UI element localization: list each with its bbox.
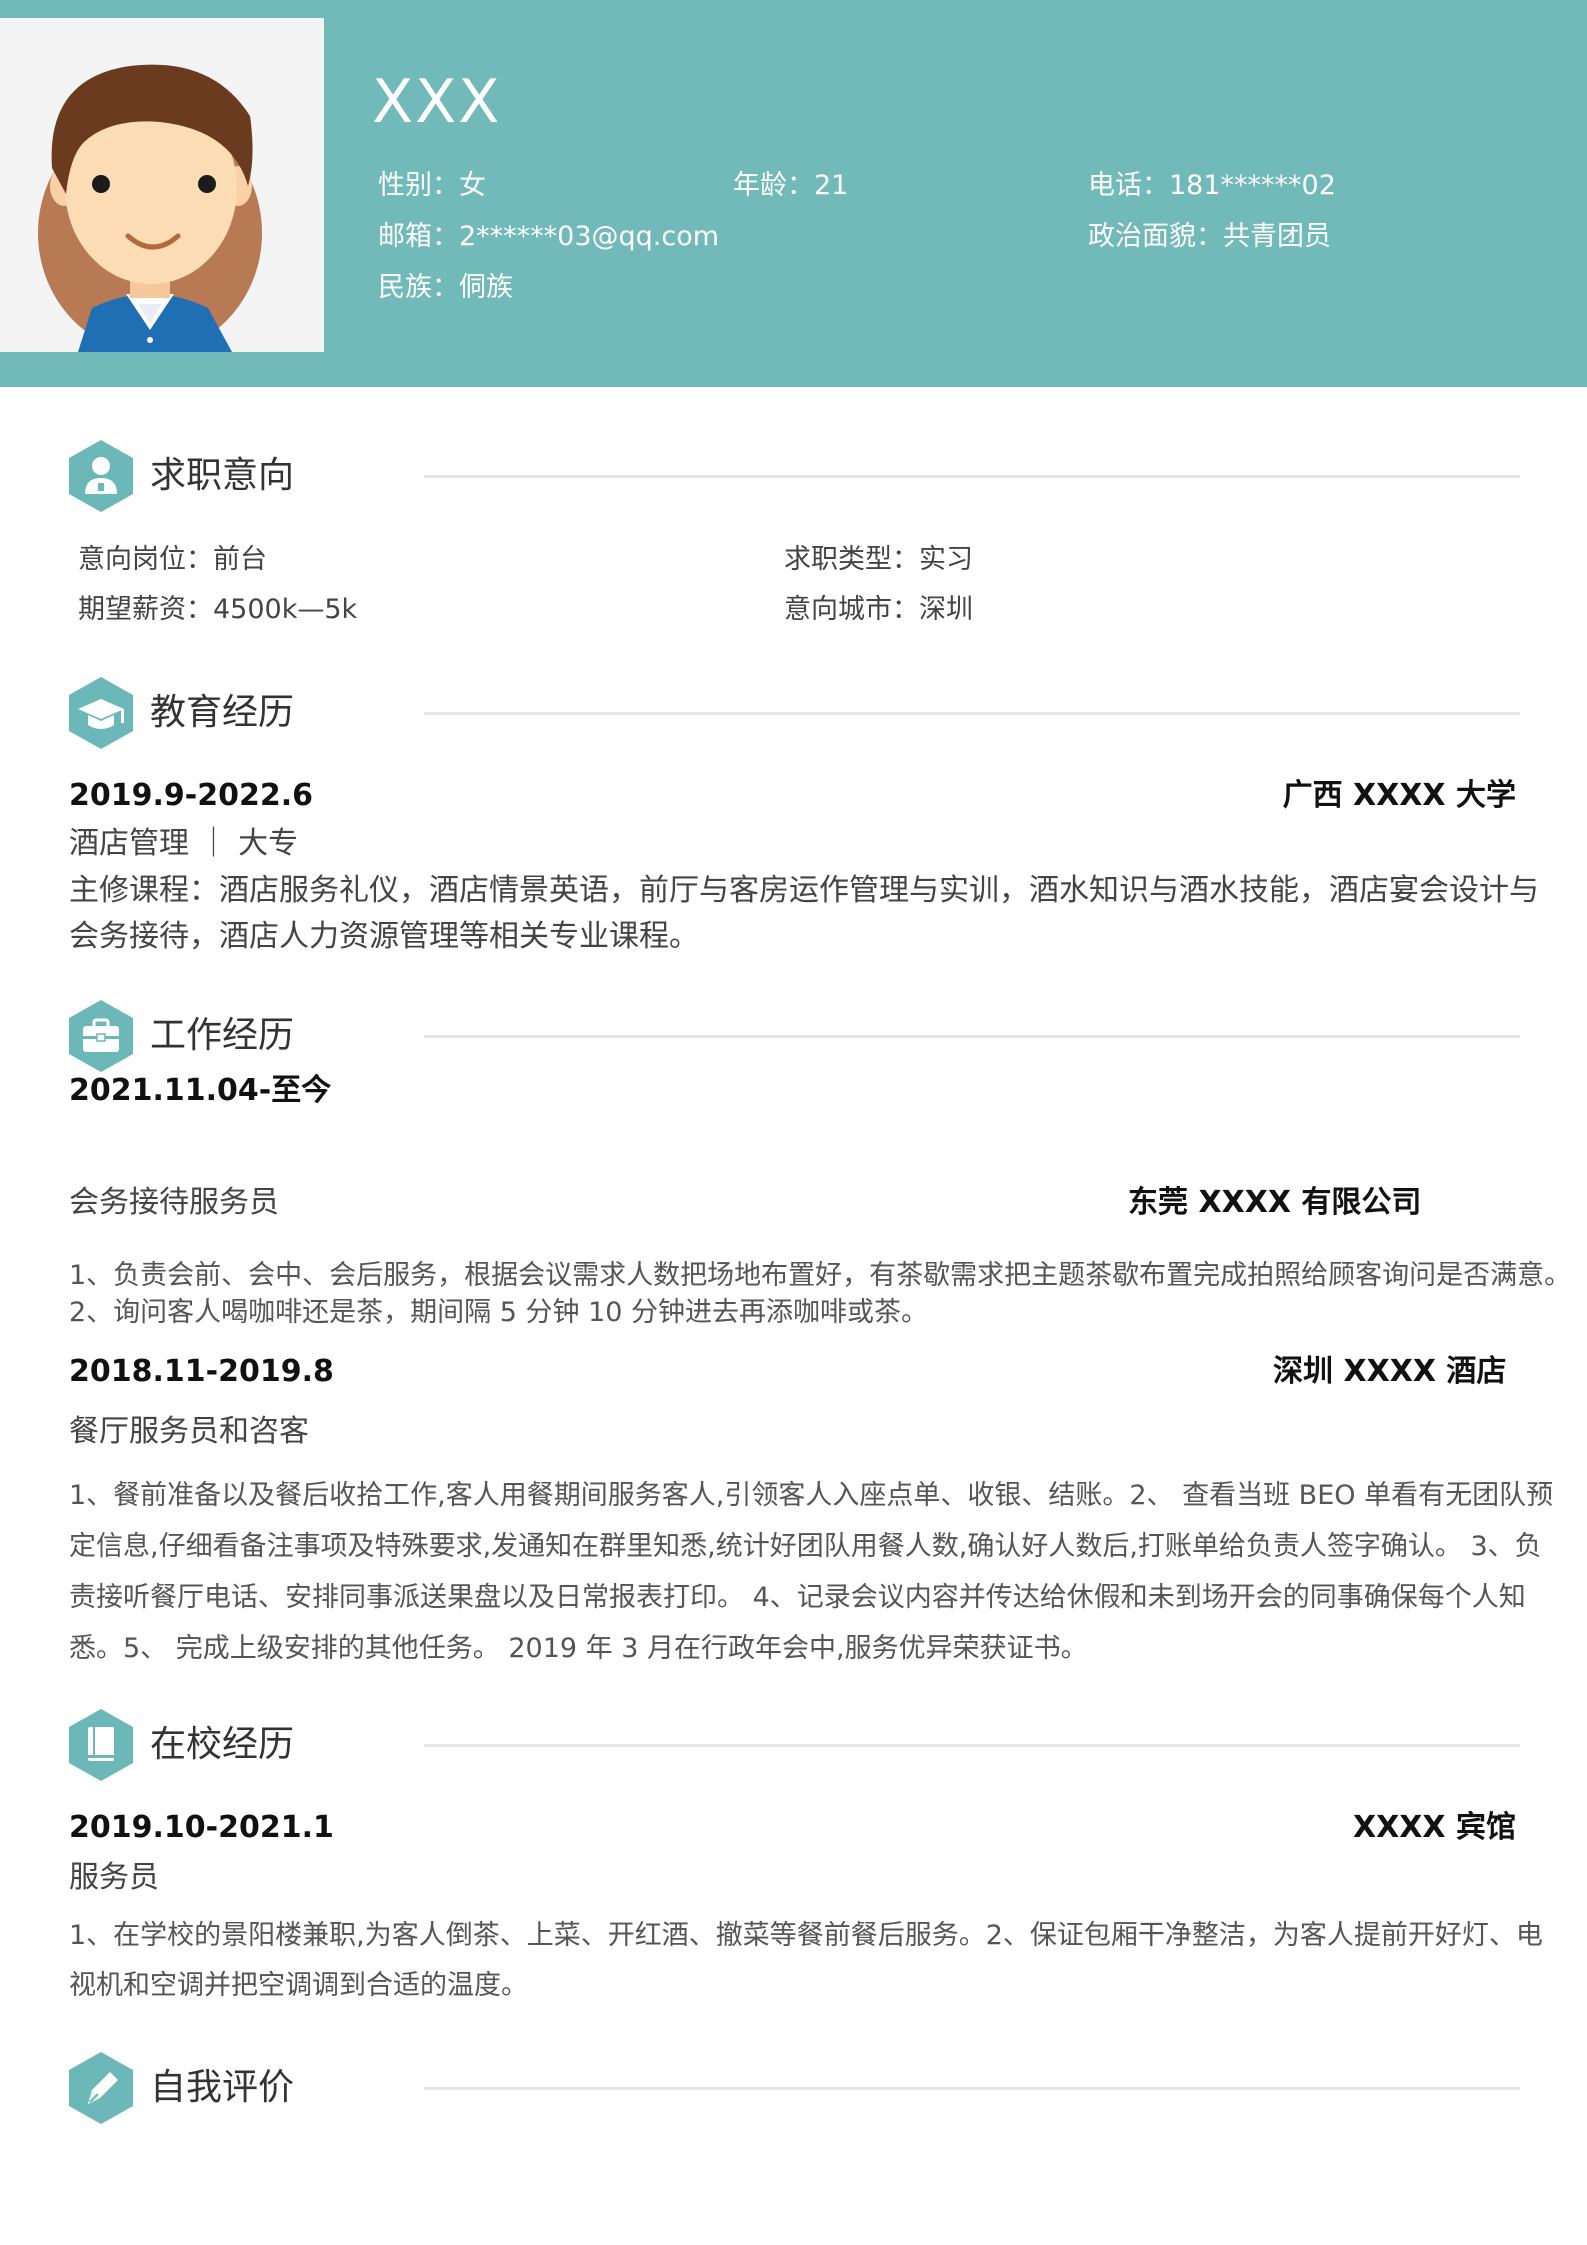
- campus-period: 2019.10-2021.1: [69, 1810, 334, 1845]
- person-icon: [66, 438, 136, 514]
- education-period: 2019.9-2022.6: [69, 778, 313, 813]
- intended-city: 意向城市：深圳: [784, 594, 973, 625]
- section-title-work: 工作经历: [150, 1015, 295, 1056]
- ethnicity-field: 民族：侗族: [378, 272, 513, 303]
- section-title-education: 教育经历: [150, 692, 295, 733]
- work-description-line: 1、餐前准备以及餐后收拾工作,客人用餐期间服务客人,引领客人入座点单、收银、结账…: [69, 1480, 1554, 1511]
- section-divider: [424, 1744, 1520, 1747]
- avatar-cartoon-icon: [0, 18, 324, 352]
- avatar: [0, 18, 324, 352]
- work-description-line: 责接听餐厅电话、安排同事派送果盘以及日常报表打印。 4、记录会议内容并传达给休假…: [69, 1582, 1526, 1613]
- work-description-line: 1、负责会前、会中、会后服务，根据会议需求人数把场地布置好，有茶歇需求把主题茶歇…: [69, 1260, 1572, 1291]
- campus-description: 1、在学校的景阳楼兼职,为客人倒茶、上菜、开红酒、撤菜等餐前餐后服务。2、保证包…: [69, 1911, 1543, 2011]
- section-divider: [424, 1035, 1520, 1038]
- gender-field: 性别：女: [378, 170, 486, 201]
- campus-description-line: 1、在学校的景阳楼兼职,为客人倒茶、上菜、开红酒、撤菜等餐前餐后服务。2、保证包…: [69, 1920, 1543, 1951]
- education-courses-line: 主修课程：酒店服务礼仪，酒店情景英语，前厅与客房运作管理与实训，酒水知识与酒水技…: [69, 873, 1539, 908]
- work-company: 东莞 XXXX 有限公司: [1128, 1185, 1422, 1220]
- work-company: 深圳 XXXX 酒店: [1273, 1354, 1507, 1389]
- expected-salary: 期望薪资：4500k—5k: [78, 594, 358, 625]
- work-description: 1、餐前准备以及餐后收拾工作,客人用餐期间服务客人,引领客人入座点单、收银、结账…: [69, 1470, 1554, 1674]
- education-courses: 主修课程：酒店服务礼仪，酒店情景英语，前厅与客房运作管理与实训，酒水知识与酒水技…: [69, 868, 1539, 960]
- phone-field: 电话：181******02: [1088, 170, 1336, 201]
- education-courses-line: 会务接待，酒店人力资源管理等相关专业课程。: [69, 919, 699, 954]
- education-school: 广西 XXXX 大学: [1282, 778, 1516, 813]
- briefcase-icon: [66, 998, 136, 1074]
- work-role: 会务接待服务员: [69, 1185, 279, 1220]
- section-title-self-eval: 自我评价: [150, 2067, 295, 2108]
- intended-position: 意向岗位：前台: [78, 544, 267, 575]
- campus-org: XXXX 宾馆: [1353, 1810, 1516, 1845]
- campus-description-line: 视机和空调并把空调调到合适的温度。: [69, 1970, 528, 2001]
- candidate-name: XXX: [372, 67, 502, 137]
- section-divider: [424, 2087, 1520, 2090]
- work-description-line: 2、询问客人喝咖啡还是茶，期间隔 5 分钟 10 分钟进去再添咖啡或茶。: [69, 1297, 929, 1328]
- age-field: 年龄：21: [733, 170, 849, 201]
- work-description: 1、负责会前、会中、会后服务，根据会议需求人数把场地布置好，有茶歇需求把主题茶歇…: [69, 1257, 1572, 1331]
- section-divider: [424, 712, 1520, 715]
- section-title-campus: 在校经历: [150, 1724, 295, 1765]
- politics-field: 政治面貌：共青团员: [1088, 221, 1331, 252]
- work-role: 餐厅服务员和咨客: [69, 1414, 309, 1449]
- graduation-cap-icon: [66, 675, 136, 751]
- work-description-line: 定信息,仔细看备注事项及特殊要求,发通知在群里知悉,统计好团队用餐人数,确认好人…: [69, 1531, 1542, 1562]
- pen-icon: [66, 2050, 136, 2126]
- education-major: 酒店管理 ｜ 大专: [69, 826, 299, 861]
- book-icon: [66, 1707, 136, 1783]
- campus-role: 服务员: [69, 1860, 159, 1895]
- work-period: 2018.11-2019.8: [69, 1354, 334, 1389]
- section-divider: [424, 475, 1520, 478]
- work-period: 2021.11.04-至今: [69, 1073, 332, 1108]
- job-type: 求职类型：实习: [784, 544, 973, 575]
- email-field: 邮箱：2******03@qq.com: [378, 221, 720, 252]
- section-title-job-intention: 求职意向: [150, 455, 295, 496]
- work-description-line: 悉。5、 完成上级安排的其他任务。 2019 年 3 月在行政年会中,服务优异荣…: [69, 1633, 1088, 1664]
- header-banner: XXX 性别：女 年龄：21 电话：181******02 邮箱：2******…: [0, 0, 1587, 387]
